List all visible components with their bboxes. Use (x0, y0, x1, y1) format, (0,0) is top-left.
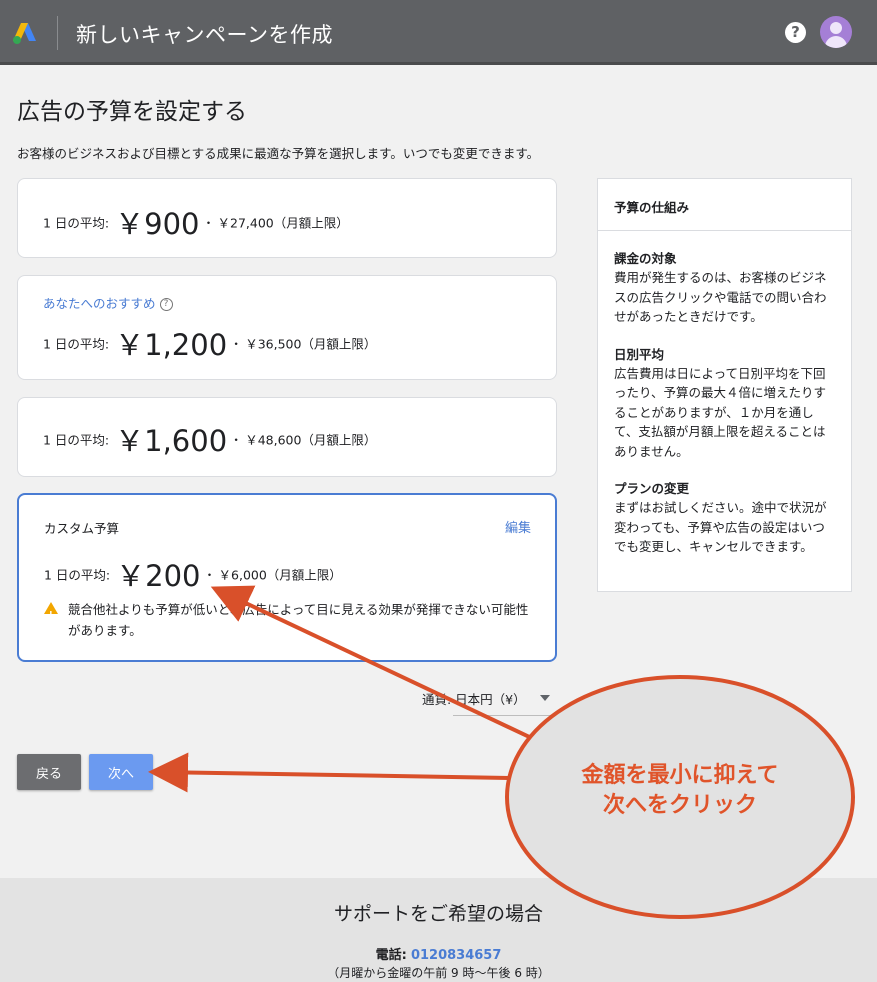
budget-daily-row: 1 日の平均: ￥1,200 ・ ￥36,500（月額上限） (43, 322, 376, 364)
low-budget-warning: ! 競合他社よりも予算が低いと、広告によって目に見える効果が発揮できない可能性が… (44, 599, 534, 641)
section-body: 費用が発生するのは、お客様のビジネスの広告クリックや電話での問い合わせがあったと… (614, 270, 827, 324)
daily-amount: ￥1,200 (115, 328, 228, 362)
top-app-bar: 新しいキャンペーンを作成 ? (0, 0, 877, 65)
budget-info-panel: 予算の仕組み 課金の対象 費用が発生するのは、お客様のビジネスの広告クリックや電… (597, 178, 852, 592)
app-title: 新しいキャンペーンを作成 (76, 23, 333, 47)
callout-line-2: 次へをクリック (602, 793, 757, 818)
recommended-row: あなたへのおすすめ? (43, 293, 173, 312)
budget-option-900[interactable]: 1 日の平均: ￥900 ・ ￥27,400（月額上限） (17, 178, 557, 258)
support-footer: サポートをご希望の場合 電話: 0120834657 （月曜から金曜の午前 9 … (0, 878, 877, 982)
google-ads-logo-icon[interactable] (12, 21, 38, 45)
budget-option-1600[interactable]: 1 日の平均: ￥1,600 ・ ￥48,600（月額上限） (17, 397, 557, 477)
section-body: 広告費用は日によって日別平均を下回ったり、予算の最大４倍に増えたりすることがあり… (614, 365, 827, 459)
phone-label: 電話: (375, 948, 407, 963)
panel-section: プランの変更 まずはお試しください。途中で状況が変わっても、予算や広告の設定はい… (598, 479, 851, 557)
section-body: まずはお試しください。途中で状況が変わっても、予算や広告の設定はいつでも変更し、… (614, 500, 827, 554)
custom-budget-option[interactable]: カスタム予算 編集 1 日の平均: ￥200 ・ ￥6,000（月額上限） ! 競合他… (17, 493, 557, 662)
warning-icon: ! (44, 602, 58, 619)
separator-dot: ・ (202, 215, 215, 230)
dropdown-arrow-icon[interactable] (540, 695, 550, 701)
currency-select[interactable]: 通貨: 日本円（¥） (422, 689, 526, 708)
daily-amount: ￥1,600 (115, 424, 228, 458)
info-icon[interactable]: ? (159, 298, 173, 311)
monthly-limit: ￥48,600（月額上限） (245, 432, 377, 448)
separator-dot: ・ (230, 432, 243, 447)
section-heading: 課金の対象 (614, 251, 677, 266)
daily-average-label: 1 日の平均: (43, 432, 110, 448)
panel-section: 日別平均 広告費用は日によって日別平均を下回ったり、予算の最大４倍に増えたりする… (598, 345, 851, 462)
page-title: 広告の予算を設定する (17, 99, 247, 125)
page-description: お客様のビジネスおよび目標とする成果に最適な予算を選択します。いつでも変更できま… (17, 146, 540, 161)
phone-row: 電話: 0120834657 (0, 944, 877, 963)
section-heading: 日別平均 (614, 346, 665, 362)
custom-budget-title: カスタム予算 (44, 521, 120, 536)
budget-daily-row: 1 日の平均: ￥900 ・ ￥27,400（月額上限） (43, 201, 349, 243)
avatar-head-shape (830, 22, 842, 34)
panel-title: 予算の仕組み (598, 179, 851, 231)
budget-option-1200[interactable]: あなたへのおすすめ? 1 日の平均: ￥1,200 ・ ￥36,500（月額上限） (17, 275, 557, 380)
next-button[interactable]: 次へ (89, 754, 153, 790)
recommended-label: あなたへのおすすめ (43, 296, 156, 311)
daily-average-label: 1 日の平均: (43, 336, 110, 352)
edit-link[interactable]: 編集 (505, 517, 531, 536)
daily-average-label: 1 日の平均: (44, 567, 111, 583)
phone-number-link[interactable]: 0120834657 (411, 948, 501, 963)
monthly-limit: ￥27,400（月額上限） (217, 215, 349, 231)
monthly-limit: ￥36,500（月額上限） (245, 336, 377, 352)
separator-dot: ・ (203, 567, 216, 582)
daily-average-label: 1 日の平均: (43, 215, 110, 231)
help-icon[interactable]: ? (785, 22, 806, 43)
annotation-arrow-to-next (148, 752, 513, 793)
separator-dot: ・ (230, 336, 243, 351)
panel-section: 課金の対象 費用が発生するのは、お客様のビジネスの広告クリックや電話での問い合わ… (598, 249, 851, 327)
monthly-limit: ￥6,000（月額上限） (218, 567, 342, 583)
avatar-body-shape (825, 36, 847, 48)
annotation-callout-text: 金額を最小に抑えて 次へをクリック (510, 761, 850, 821)
avatar[interactable] (820, 16, 852, 48)
budget-daily-row: 1 日の平均: ￥200 ・ ￥6,000（月額上限） (44, 553, 342, 595)
section-heading: プランの変更 (614, 481, 690, 496)
daily-amount: ￥200 (116, 559, 201, 593)
support-hours: （月曜から金曜の午前 9 時〜午後 6 時） (327, 966, 550, 980)
support-title: サポートをご希望の場合 (333, 903, 543, 925)
back-button[interactable]: 戻る (17, 754, 81, 790)
header-divider (57, 16, 58, 50)
callout-line-1: 金額を最小に抑えて (581, 763, 779, 788)
currency-underline (453, 715, 555, 716)
budget-daily-row: 1 日の平均: ￥1,600 ・ ￥48,600（月額上限） (43, 418, 376, 460)
daily-amount: ￥900 (115, 207, 200, 241)
warning-text: 競合他社よりも予算が低いと、広告によって目に見える効果が発揮できない可能性があり… (68, 602, 529, 638)
